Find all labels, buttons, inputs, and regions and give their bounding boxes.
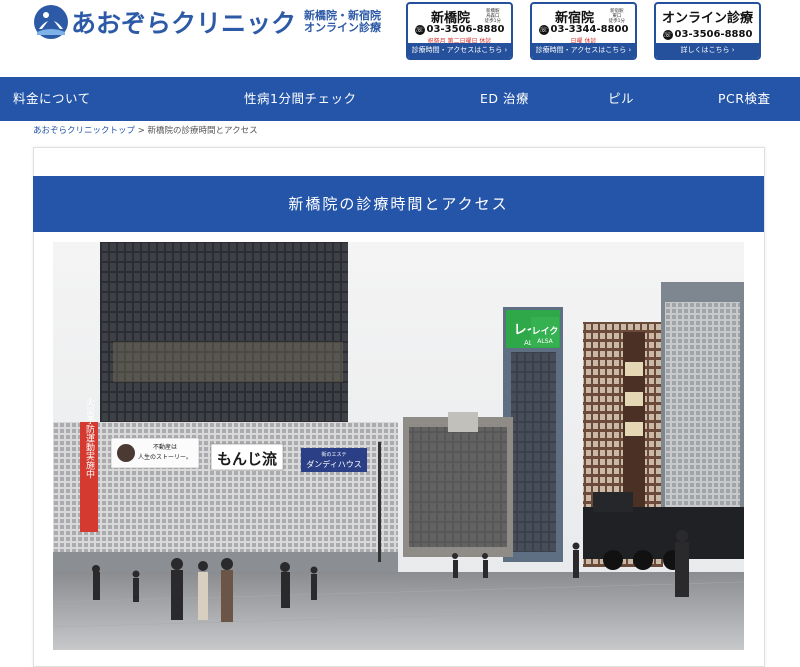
nav-item-pill[interactable]: ピル (608, 77, 634, 121)
shinbashi-station-photo: レイク ALSA レイク ALSA 火災予防運動実施中 不動産は 人生のストー (53, 242, 744, 650)
site-header: あおぞらクリニック 新橋院・新宿院 オンライン診療 新橋院 新橋駅 烏森口 徒歩… (0, 0, 800, 77)
nav-item-pricing[interactable]: 料金について (13, 77, 91, 121)
online-clinic-box[interactable]: オンライン診療 ☏ 03-3506-8880 詳しくはこちら › (654, 2, 761, 60)
logo-mark-icon (34, 5, 68, 39)
nav-item-ed[interactable]: ED 治療 (480, 77, 529, 121)
phone-icon: ☏ (662, 30, 673, 40)
nav-item-std-check[interactable]: 性病1分間チェック (244, 77, 356, 121)
clinic-phone-number: 03-3506-8880 (674, 29, 753, 40)
clinic-phone[interactable]: ☏ 03-3506-8880 (408, 24, 511, 35)
shinjuku-clinic-box[interactable]: 新宿院 新宿駅 東口 徒歩1分 ☏ 03-3344-8800 日曜 休診 診療時間… (530, 2, 637, 60)
phone-icon: ☏ (414, 25, 425, 35)
breadcrumb-current: 新橋院の診療時間とアクセス (147, 126, 258, 136)
station-square-illustration: レイク ALSA レイク ALSA 火災予防運動実施中 不動産は 人生のストー (53, 242, 744, 650)
dandy-house-small: 街のエステ (321, 451, 346, 458)
clinic-note: 新橋駅 烏森口 徒歩1分 (484, 9, 501, 24)
clinic-phone[interactable]: ☏ 03-3506-8880 (656, 29, 759, 40)
fire-prevention-banner: 火災予防運動実施中 (84, 397, 95, 479)
clinic-phone-number: 03-3506-8880 (426, 24, 505, 35)
billboard-line2: 人生のストーリー。 (138, 453, 192, 461)
site-logo[interactable]: あおぞらクリニック 新橋院・新宿院 オンライン診療 (33, 4, 381, 40)
logo-subtitle-line2: オンライン診療 (304, 21, 382, 34)
breadcrumb-separator: > (137, 126, 145, 136)
logo-subtitle: 新橋院・新宿院 オンライン診療 (304, 10, 381, 34)
dandy-house-sign: ダンディハウス (306, 459, 361, 469)
breadcrumb: あおぞらクリニックトップ > 新橋院の診療時間とアクセス (33, 124, 258, 136)
breadcrumb-home-link[interactable]: あおぞらクリニックトップ (33, 126, 135, 136)
clinic-title: オンライン診療 (661, 11, 753, 26)
page-title: 新橋院の診療時間とアクセス (33, 176, 764, 232)
global-nav: 料金について 性病1分間チェック ED 治療 ピル PCR検査 (0, 77, 800, 121)
shinbashi-clinic-box[interactable]: 新橋院 新橋駅 烏森口 徒歩1分 ☏ 03-3506-8880 祝祭月 第二日曜日… (406, 2, 513, 60)
clinic-access-link[interactable]: 診療時間・アクセスはこちら › (408, 43, 511, 58)
billboard-line1: 不動産は (153, 443, 177, 451)
nav-item-pcr[interactable]: PCR検査 (718, 77, 770, 121)
phone-icon: ☏ (538, 25, 549, 35)
clinic-details-link[interactable]: 詳しくはこちら › (656, 43, 759, 58)
clinic-phone[interactable]: ☏ 03-3344-8800 (532, 24, 635, 35)
clinic-access-link[interactable]: 診療時間・アクセスはこちら › (532, 43, 635, 58)
alsa-sign-2: ALSA (537, 338, 553, 345)
monjiro-sign: もんじ流 (217, 450, 277, 468)
clinic-note: 新宿駅 東口 徒歩1分 (608, 9, 625, 24)
clinic-phone-number: 03-3344-8800 (550, 24, 629, 35)
logo-name: あおぞらクリニック (71, 9, 297, 38)
lake-sign-2: レイク (532, 326, 559, 337)
